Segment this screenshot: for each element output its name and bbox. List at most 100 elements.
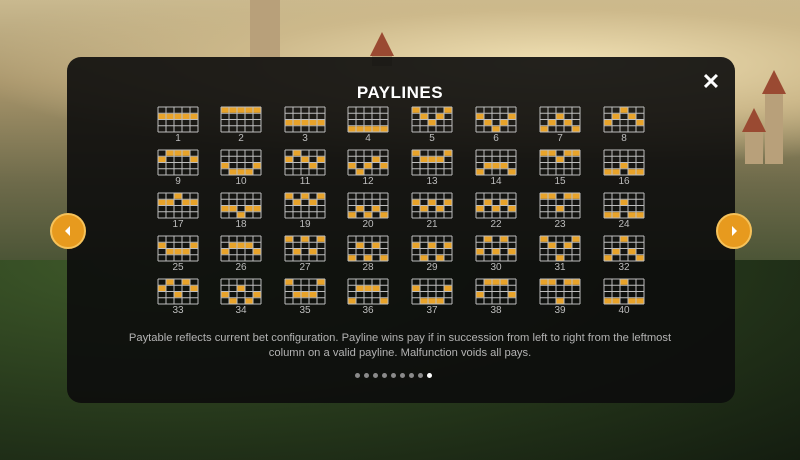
pagination-dot[interactable] <box>373 373 378 378</box>
payline-cell <box>540 150 548 156</box>
payline-item: 16 <box>603 149 645 187</box>
payline-cell <box>628 169 636 175</box>
payline-cell <box>564 150 572 156</box>
payline-cell <box>166 199 174 205</box>
payline-item: 2 <box>220 106 262 144</box>
payline-diagram <box>347 278 389 305</box>
payline-cell <box>166 249 174 255</box>
payline-cell <box>476 292 484 298</box>
payline-cell <box>500 120 508 126</box>
payline-cell <box>436 156 444 162</box>
pagination-dot[interactable] <box>382 373 387 378</box>
payline-cell <box>348 298 356 304</box>
payline-diagram <box>539 278 581 305</box>
payline-cell <box>508 206 516 212</box>
payline-cell <box>420 255 428 261</box>
payline-diagram <box>411 235 453 262</box>
payline-cell <box>444 107 452 113</box>
payline-item: 7 <box>539 106 581 144</box>
payline-cell <box>444 242 452 248</box>
payline-cell <box>364 163 372 169</box>
payline-item: 23 <box>539 192 581 230</box>
payline-cell <box>500 236 508 242</box>
payline-number: 35 <box>299 305 311 316</box>
pagination-dot[interactable] <box>391 373 396 378</box>
payline-cell <box>500 163 508 169</box>
payline-diagram <box>603 106 645 133</box>
payline-cell <box>253 249 261 255</box>
payline-cell <box>500 199 508 205</box>
payline-diagram <box>475 106 517 133</box>
payline-cell <box>245 242 253 248</box>
payline-cell <box>476 206 484 212</box>
payline-cell <box>620 236 628 242</box>
payline-diagram <box>539 192 581 219</box>
payline-diagram <box>347 149 389 176</box>
payline-cell <box>564 120 572 126</box>
payline-number: 29 <box>426 262 438 273</box>
payline-cell <box>636 120 644 126</box>
payline-cell <box>190 113 198 119</box>
pagination-dot[interactable] <box>355 373 360 378</box>
payline-cell <box>301 236 309 242</box>
payline-cell <box>190 285 198 291</box>
payline-item: 33 <box>157 278 199 316</box>
payline-cell <box>301 120 309 126</box>
payline-item: 36 <box>347 278 389 316</box>
payline-item: 38 <box>475 278 517 316</box>
payline-cell <box>245 206 253 212</box>
payline-item: 30 <box>475 235 517 273</box>
payline-cell <box>364 212 372 218</box>
payline-cell <box>556 298 564 304</box>
payline-cell <box>182 279 190 285</box>
payline-cell <box>158 199 166 205</box>
pagination-dot[interactable] <box>409 373 414 378</box>
payline-number: 21 <box>426 219 438 230</box>
payline-cell <box>317 279 325 285</box>
payline-item: 9 <box>157 149 199 187</box>
payline-cell <box>548 242 556 248</box>
payline-item: 34 <box>220 278 262 316</box>
payline-number: 25 <box>172 262 184 273</box>
payline-diagram <box>157 106 199 133</box>
payline-number: 14 <box>490 176 502 187</box>
payline-cell <box>492 279 500 285</box>
pagination-dot[interactable] <box>418 373 423 378</box>
payline-diagram <box>220 235 262 262</box>
payline-cell <box>348 163 356 169</box>
payline-cell <box>444 285 452 291</box>
payline-item: 13 <box>411 149 453 187</box>
payline-cell <box>604 212 612 218</box>
payline-item: 31 <box>539 235 581 273</box>
pagination-dot[interactable] <box>427 373 432 378</box>
payline-cell <box>540 193 548 199</box>
payline-diagram <box>347 106 389 133</box>
payline-cell <box>364 126 372 132</box>
payline-item: 20 <box>347 192 389 230</box>
payline-item: 14 <box>475 149 517 187</box>
payline-cell <box>309 249 317 255</box>
payline-cell <box>182 113 190 119</box>
payline-cell <box>174 113 182 119</box>
payline-cell <box>428 242 436 248</box>
payline-diagram <box>157 235 199 262</box>
payline-number: 40 <box>618 305 630 316</box>
payline-cell <box>237 169 245 175</box>
payline-cell <box>484 199 492 205</box>
pagination-dot[interactable] <box>400 373 405 378</box>
payline-cell <box>380 298 388 304</box>
payline-number: 2 <box>238 133 244 144</box>
payline-cell <box>221 249 229 255</box>
payline-number: 34 <box>235 305 247 316</box>
pagination-dot[interactable] <box>364 373 369 378</box>
payline-diagram <box>539 235 581 262</box>
payline-cell <box>412 107 420 113</box>
payline-cell <box>301 193 309 199</box>
payline-cell <box>221 206 229 212</box>
payline-cell <box>508 113 516 119</box>
payline-cell <box>492 126 500 132</box>
payline-cell <box>604 169 612 175</box>
payline-cell <box>245 107 253 113</box>
payline-number: 20 <box>362 219 374 230</box>
payline-cell <box>253 163 261 169</box>
